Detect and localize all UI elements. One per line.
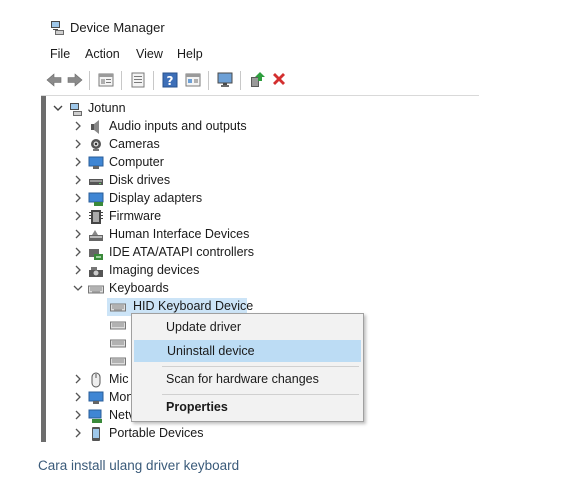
camera-icon	[91, 139, 101, 151]
chevron-right-icon[interactable]	[73, 157, 83, 167]
toolbar-separator	[89, 71, 90, 90]
tree-item-label: HID Keyboard Device	[133, 299, 254, 313]
tree-item-label: IDE ATA/ATAPI controllers	[109, 245, 254, 259]
tree-item-computer[interactable]: Computer	[46, 154, 476, 172]
tree-item-keyboards[interactable]: Keyboards	[46, 280, 476, 298]
image-caption: Cara install ulang driver keyboard	[38, 458, 240, 473]
chevron-down-icon[interactable]	[73, 283, 83, 293]
tree-item-portable-devices[interactable]: Portable Devices	[46, 425, 476, 442]
ctx-item-label: Uninstall device	[167, 344, 255, 358]
firmware-icon	[89, 210, 103, 224]
menu-separator	[162, 366, 359, 367]
chevron-down-icon[interactable]	[53, 103, 63, 113]
chevron-right-icon[interactable]	[73, 193, 83, 203]
toolbar-separator	[240, 71, 241, 90]
back-arrow-icon[interactable]	[45, 71, 63, 89]
chevron-right-icon[interactable]	[73, 175, 83, 185]
keyboard-icon	[88, 285, 104, 294]
help-icon[interactable]: ?	[161, 71, 179, 89]
ctx-update-driver[interactable]: Update driver	[134, 317, 361, 339]
menu-file[interactable]: File	[50, 47, 70, 61]
portable-icon	[92, 427, 100, 441]
tree-item-label: Portable Devices	[109, 426, 204, 440]
chevron-right-icon[interactable]	[73, 392, 83, 402]
tree-item-label: Keyboards	[109, 281, 169, 295]
chevron-right-icon[interactable]	[73, 211, 83, 221]
tree-item-firmware[interactable]: Firmware	[46, 208, 476, 226]
ctx-scan-hardware[interactable]: Scan for hardware changes	[134, 369, 361, 391]
svg-text:?: ?	[167, 74, 174, 88]
tree-item-label: Mic	[109, 372, 129, 386]
tree-item-audio[interactable]: Audio inputs and outputs	[46, 118, 476, 136]
title-bar: Device Manager	[41, 12, 479, 44]
ide-icon	[89, 249, 103, 260]
chevron-right-icon[interactable]	[73, 374, 83, 384]
disk-icon	[89, 179, 103, 185]
tree-item-label: Display adapters	[109, 191, 203, 205]
tree-item-imaging[interactable]: Imaging devices	[46, 262, 476, 280]
display-adapter-icon	[88, 192, 104, 206]
keyboard-icon	[110, 303, 126, 312]
ctx-item-label: Scan for hardware changes	[166, 372, 319, 386]
tree-item-cameras[interactable]: Cameras	[46, 136, 476, 154]
properties-icon[interactable]	[97, 71, 115, 89]
chevron-right-icon[interactable]	[73, 121, 83, 131]
context-menu: Update driver Uninstall device Scan for …	[131, 313, 364, 422]
computer-icon	[70, 103, 82, 116]
window-title: Device Manager	[70, 20, 165, 35]
toolbar-separator	[121, 71, 122, 90]
device-view-icon[interactable]	[184, 71, 202, 89]
menu-separator	[162, 394, 359, 395]
tree-item-label: Imaging devices	[109, 263, 200, 277]
keyboard-icon	[110, 339, 126, 348]
add-driver-icon[interactable]	[248, 71, 266, 89]
chevron-right-icon[interactable]	[73, 139, 83, 149]
toolbar: ?	[41, 66, 479, 96]
tree-item-label: Cameras	[109, 137, 160, 151]
ctx-item-label: Properties	[166, 400, 228, 414]
chevron-right-icon[interactable]	[73, 229, 83, 239]
network-icon	[88, 409, 102, 423]
tree-item-hid[interactable]: Human Interface Devices	[46, 226, 476, 244]
imaging-icon	[89, 267, 103, 277]
mouse-icon	[91, 372, 101, 388]
ctx-item-label: Update driver	[166, 320, 242, 334]
monitor-icon[interactable]	[216, 71, 234, 89]
tree-item-label: Firmware	[109, 209, 162, 223]
tree-item-ide[interactable]: IDE ATA/ATAPI controllers	[46, 244, 476, 262]
menu-help[interactable]: Help	[177, 47, 203, 61]
tree-item-disk-drives[interactable]: Disk drives	[46, 172, 476, 190]
update-driver-icon[interactable]	[129, 71, 147, 89]
forward-arrow-icon[interactable]	[66, 71, 84, 89]
tree-root-jotunn[interactable]: Jotunn	[46, 100, 476, 118]
menu-view[interactable]: View	[136, 47, 163, 61]
chevron-right-icon[interactable]	[73, 410, 83, 420]
monitor-icon	[88, 156, 104, 169]
menu-bar: File Action View Help	[41, 44, 479, 66]
device-manager-icon	[51, 21, 64, 35]
speaker-icon	[91, 120, 99, 134]
chevron-right-icon[interactable]	[73, 247, 83, 257]
tree-item-label: Human Interface Devices	[109, 227, 250, 241]
toolbar-separator	[153, 71, 154, 90]
ctx-properties[interactable]: Properties	[134, 397, 361, 419]
tree-root-label: Jotunn	[88, 101, 126, 115]
menu-action[interactable]: Action	[85, 47, 120, 61]
toolbar-separator	[208, 71, 209, 90]
uninstall-x-icon[interactable]	[270, 71, 288, 89]
tree-item-label: Mon	[109, 390, 134, 404]
chevron-right-icon[interactable]	[73, 428, 83, 438]
tree-item-label: Disk drives	[109, 173, 171, 187]
ctx-uninstall-device[interactable]: Uninstall device	[134, 340, 361, 362]
chevron-right-icon[interactable]	[73, 265, 83, 275]
tree-item-label: Computer	[109, 155, 164, 169]
keyboard-icon	[110, 357, 126, 366]
hid-icon	[89, 230, 103, 241]
monitor-icon	[88, 391, 104, 404]
tree-item-label: Audio inputs and outputs	[109, 119, 247, 133]
tree-item-display-adapters[interactable]: Display adapters	[46, 190, 476, 208]
keyboard-icon	[110, 321, 126, 330]
